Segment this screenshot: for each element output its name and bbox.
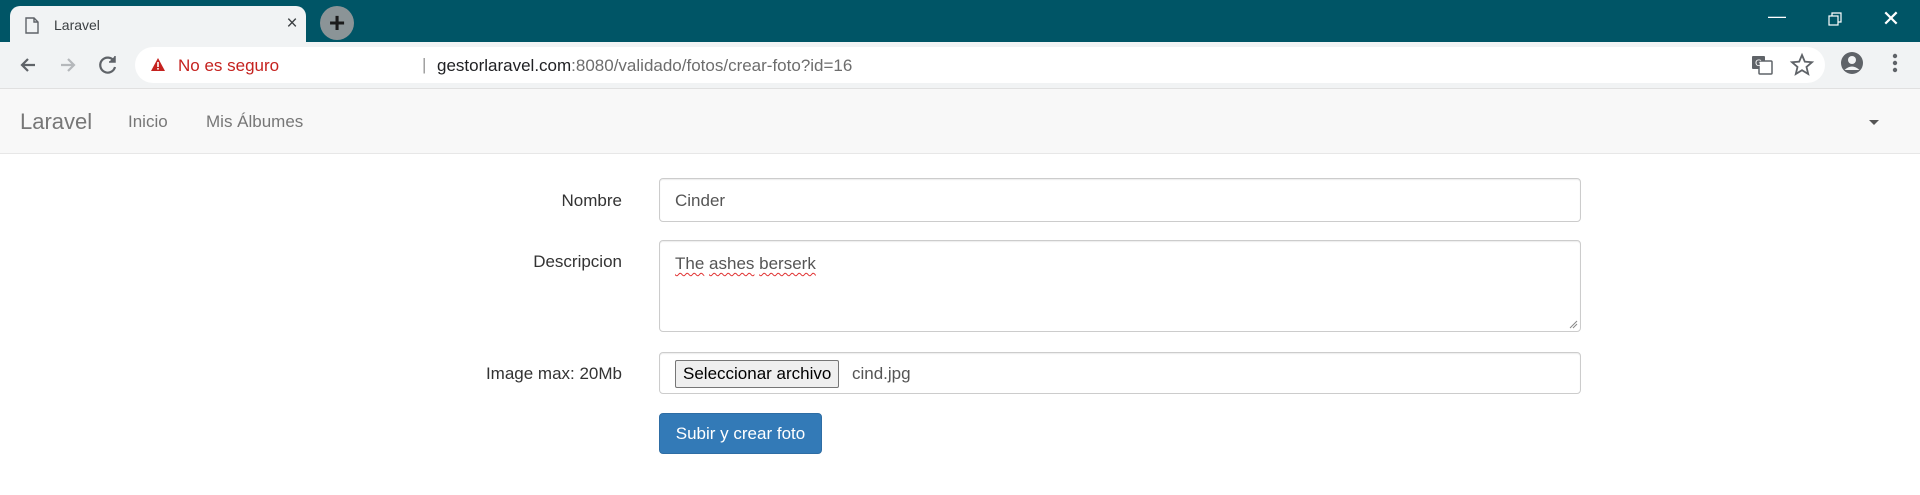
not-secure-label[interactable]: No es seguro [178, 56, 279, 76]
name-label: Nombre [561, 191, 622, 210]
menu-dots-icon[interactable] [1882, 50, 1908, 76]
resize-grip-icon[interactable] [1568, 319, 1578, 329]
navbar-brand[interactable]: Laravel [20, 109, 92, 135]
nav-link-inicio[interactable]: Inicio [128, 112, 168, 132]
choose-file-button[interactable]: Seleccionar archivo [675, 360, 840, 388]
description-word: berserk [759, 254, 816, 273]
file-input[interactable]: Seleccionar archivo cind.jpg [659, 352, 1581, 394]
name-input[interactable]: Cinder [659, 178, 1581, 222]
browser-titlebar: Laravel × + — ✕ [0, 0, 1920, 42]
window-close-button[interactable]: ✕ [1876, 6, 1906, 32]
description-word: The [675, 254, 705, 273]
description-value: The ashes berserk [675, 254, 816, 274]
description-word: ashes [709, 254, 755, 273]
name-input-value: Cinder [675, 191, 726, 210]
description-label: Descripcion [533, 252, 622, 271]
url-text[interactable]: gestorlaravel.com:8080/validado/fotos/cr… [437, 56, 852, 76]
translate-icon[interactable]: G [1749, 52, 1775, 78]
description-textarea[interactable]: The ashes berserk [659, 240, 1581, 332]
address-bar[interactable]: No es seguro | gestorlaravel.com:8080/va… [135, 47, 1825, 83]
caret-down-icon[interactable] [1869, 120, 1879, 125]
profile-icon[interactable] [1839, 50, 1865, 76]
tab-title: Laravel [54, 17, 100, 33]
app-navbar: Laravel Inicio Mis Álbumes [0, 88, 1920, 154]
window-minimize-button[interactable]: — [1762, 6, 1792, 32]
forward-arrow-icon[interactable] [53, 50, 83, 80]
svg-text:G: G [1755, 59, 1762, 69]
file-name: cind.jpg [852, 364, 911, 383]
back-arrow-icon[interactable] [13, 50, 43, 80]
browser-toolbar: No es seguro | gestorlaravel.com:8080/va… [0, 42, 1920, 88]
star-icon[interactable] [1789, 52, 1815, 78]
restore-icon [1828, 12, 1842, 26]
new-tab-button[interactable]: + [320, 6, 354, 40]
submit-button[interactable]: Subir y crear foto [659, 413, 822, 454]
url-path: :8080/validado/fotos/crear-foto?id=16 [571, 56, 853, 75]
browser-tab[interactable]: Laravel × [10, 6, 306, 42]
window-restore-button[interactable] [1820, 6, 1850, 32]
url-host: gestorlaravel.com [437, 56, 572, 75]
reload-icon[interactable] [93, 50, 123, 80]
url-separator: | [422, 55, 427, 74]
tab-close-icon[interactable]: × [282, 14, 302, 34]
image-label: Image max: 20Mb [485, 364, 622, 383]
page-icon [25, 17, 39, 34]
nav-link-mis-albumes[interactable]: Mis Álbumes [206, 112, 303, 132]
warning-icon [151, 58, 165, 71]
